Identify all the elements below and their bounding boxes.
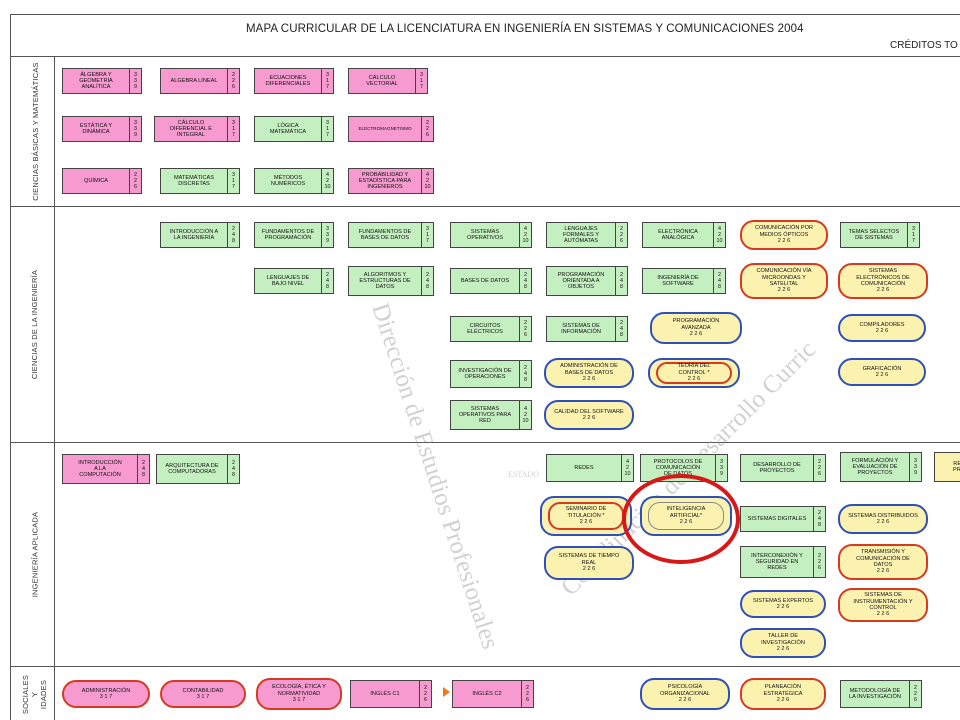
course-calidad-software[interactable]: CALIDAD DEL SOFTWARE 2 2 6 — [544, 400, 634, 430]
course-logica-matematica[interactable]: LÓGICA MATEMÁTICA 3 1 7 — [254, 116, 334, 142]
course-administracion[interactable]: ADMINISTRACIÓN 3 1 7 — [62, 680, 150, 708]
arrow-icon — [443, 687, 450, 697]
course-sistemas-instrumentacion[interactable]: SISTEMAS DE INSTRUMENTACIÓN Y CONTROL 2 … — [838, 588, 928, 622]
course-seminario-inner: SEMINARIO DE TITULACIÓN * 2 2 6 — [548, 502, 624, 530]
divider — [10, 56, 960, 57]
course-seminario-titulacion[interactable]: SEMINARIO DE TITULACIÓN * 2 2 6 — [540, 496, 632, 536]
course-administracion-bases-datos[interactable]: ADMINISTRACIÓN DE BASES DE DATOS 2 2 6 — [544, 358, 634, 388]
row-label-sociales: SOCIALES Y IDADES — [21, 674, 49, 714]
course-bases-datos[interactable]: BASES DE DATOS 2 4 8 — [450, 268, 532, 294]
course-ecuaciones-diferenciales[interactable]: ECUACIONES DIFERENCIALES 3 1 7 — [254, 68, 334, 94]
course-contabilidad[interactable]: CONTABILIDAD 3 1 7 — [160, 680, 246, 708]
course-sistemas-electronicos[interactable]: SISTEMAS ELECTRÓNICOS DE COMUNICACIÓN 2 … — [838, 263, 928, 299]
map-title: MAPA CURRICULAR DE LA LICENCIATURA EN IN… — [246, 23, 804, 35]
course-compiladores[interactable]: COMPILADORES 2 2 6 — [838, 314, 926, 342]
course-arquitectura-computadoras[interactable]: ARQUITECTURA DE COMPUTADORAS 2 4 8 — [156, 454, 240, 484]
course-sistemas-operativos[interactable]: SISTEMAS OPERATIVOS 4 2 10 — [450, 222, 532, 248]
course-probabilidad-estadistica[interactable]: PROBABILIDAD Y ESTADÍSTICA PARA INGENIER… — [348, 168, 434, 194]
watermark-seal: ESTADO — [508, 470, 539, 479]
row-label-ingenieria-aplicada: INGENIERÍA APLICADA — [30, 511, 40, 597]
course-calculo-vectorial[interactable]: CÁLCULO VECTORIAL 3 1 7 — [348, 68, 428, 94]
course-graficacion[interactable]: GRAFICACIÓN 2 2 6 — [838, 358, 926, 386]
course-desarrollo-proyectos[interactable]: DESARROLLO DE PROYECTOS 2 2 6 — [740, 454, 826, 482]
divider — [10, 206, 960, 207]
course-sistemas-expertos[interactable]: SISTEMAS EXPERTOS 2 2 6 — [740, 590, 826, 618]
course-planeacion-estrategica[interactable]: PLANEACIÓN ESTRATÉGICA 2 2 6 — [740, 678, 826, 710]
course-metodos-numericos[interactable]: MÉTODOS NUMÉRICOS 4 2 10 — [254, 168, 334, 194]
course-calculo-diferencial[interactable]: CÁLCULO DIFERENCIAL E INTEGRAL 3 1 7 — [154, 116, 240, 142]
credits-header: CRÉDITOS TO — [890, 40, 958, 51]
course-transmision-comunicacion[interactable]: TRANSMISIÓN Y COMUNICACIÓN DE DATOS 2 2 … — [838, 544, 928, 580]
row-label-ciencias-ingenieria: CIENCIAS DE LA INGENIERÍA — [30, 269, 40, 379]
course-electronica-analogica[interactable]: ELECTRÓNICA ANALÓGICA 4 2 10 — [642, 222, 726, 248]
course-truncated-right[interactable]: RES PRO — [934, 452, 960, 482]
course-algebra-geometria[interactable]: ÁLGEBRA Y GEOMETRÍA ANALÍTICA 3 3 9 — [62, 68, 142, 94]
course-programacion-avanzada[interactable]: PROGRAMACIÓN AVANZADA 2 2 6 — [650, 312, 742, 344]
divider — [10, 442, 960, 443]
course-matematicas-discretas[interactable]: MATEMÁTICAS DISCRETAS 3 1 7 — [160, 168, 240, 194]
course-introduccion-computacion[interactable]: INTRODUCCIÓN A LA COMPUTACIÓN 2 4 8 — [62, 454, 150, 484]
course-algoritmos-estructuras[interactable]: ALGORITMOS Y ESTRUCTURAS DE DATOS 2 4 8 — [348, 266, 434, 296]
course-electromagnetismo[interactable]: ELECTROMAGNETISMO 2 2 6 — [348, 116, 434, 142]
divider — [10, 666, 960, 667]
course-psicologia-organizacional[interactable]: PSICOLOGÍA ORGANIZACIONAL 2 2 6 — [640, 678, 730, 710]
course-teoria-control[interactable]: TEORÍA DEL CONTROL * 2 2 6 — [648, 358, 740, 388]
course-introduccion-ingenieria[interactable]: INTRODUCCIÓN A LA INGENIERÍA 2 4 8 — [160, 222, 240, 248]
course-ingles-c2[interactable]: INGLÉS C2 2 2 6 — [452, 680, 534, 708]
course-lenguajes-bajo-nivel[interactable]: LENGUAJES DE BAJO NIVEL 2 4 8 — [254, 268, 334, 294]
course-interconexion-seguridad[interactable]: INTERCONEXIÓN Y SEGURIDAD EN REDES 2 2 6 — [740, 546, 826, 578]
course-quimica[interactable]: QUÍMICA 2 2 6 — [62, 168, 142, 194]
course-sistemas-informacion[interactable]: SISTEMAS DE INFORMACIÓN 2 4 8 — [546, 316, 628, 342]
course-temas-selectos[interactable]: TEMAS SELECTOS DE SISTEMAS 3 1 7 — [840, 222, 920, 248]
course-lenguajes-formales[interactable]: LENGUAJES FORMALES Y AUTÓMATAS 2 2 6 — [546, 222, 628, 248]
course-comunicacion-optica[interactable]: COMUNICACIÓN POR MEDIOS ÓPTICOS 2 2 6 — [740, 220, 828, 250]
course-ingles-c1[interactable]: INGLÉS C1 2 2 6 — [350, 680, 432, 708]
course-formulacion-evaluacion[interactable]: FORMULACIÓN Y EVALUACIÓN DE PROYECTOS 3 3… — [840, 452, 922, 482]
course-sistemas-distribuidos[interactable]: SISTEMAS DISTRIBUIDOS 2 2 6 — [838, 504, 928, 534]
row-label-divider — [54, 56, 55, 720]
course-redes[interactable]: REDES 4 2 10 — [546, 454, 634, 482]
course-ecologia-etica[interactable]: ECOLOGÍA, ÉTICA Y NORMATIVIDAD 3 1 7 — [256, 678, 342, 710]
row-label-ciencias-basicas: CIENCIAS BÁSICAS Y MATEMÁTICAS — [30, 61, 40, 201]
course-investigacion-operaciones[interactable]: INVESTIGACIÓN DE OPERACIONES 2 4 8 — [450, 360, 532, 388]
course-metodologia-investigacion[interactable]: METODOLOGÍA DE LA INVESTIGACIÓN 2 2 6 — [840, 680, 922, 708]
course-taller-investigacion[interactable]: TALLER DE INVESTIGACIÓN 2 2 6 — [740, 628, 826, 658]
highlight-circle — [622, 474, 740, 564]
course-algebra-lineal[interactable]: ALGEBRA LINEAL 2 2 6 — [160, 68, 240, 94]
course-sistemas-digitales[interactable]: SISTEMAS DIGITALES 2 4 8 — [740, 506, 826, 532]
course-ingenieria-software[interactable]: INGENIERÍA DE SOFTWARE 2 4 8 — [642, 268, 726, 294]
course-teoria-control-inner: TEORÍA DEL CONTROL * 2 2 6 — [656, 362, 732, 384]
course-comunicacion-microondas[interactable]: COMUNICACIÓN VÍA MICROONDAS Y SATELITAL … — [740, 263, 828, 299]
course-fundamentos-bases-datos[interactable]: FUNDAMENTOS DE BASES DE DATOS 3 1 7 — [348, 222, 434, 248]
course-sistemas-tiempo-real[interactable]: SISTEMAS DE TIEMPO REAL 2 2 6 — [544, 546, 634, 580]
course-circuitos-electricos[interactable]: CIRCUITOS ELÉCTRICOS 2 2 6 — [450, 316, 532, 342]
course-estatica-dinamica[interactable]: ESTÁTICA Y DINÁMICA 3 3 9 — [62, 116, 142, 142]
curriculum-map: MAPA CURRICULAR DE LA LICENCIATURA EN IN… — [0, 0, 960, 720]
course-programacion-orientada-objetos[interactable]: PROGRAMACIÓN ORIENTADA A OBJETOS 2 4 8 — [546, 266, 628, 296]
course-fundamentos-programacion[interactable]: FUNDAMENTOS DE PROGRAMACIÓN 3 3 9 — [254, 222, 334, 248]
course-sistemas-operativos-red[interactable]: SISTEMAS OPERATIVOS PARA RED 4 2 10 — [450, 400, 532, 430]
